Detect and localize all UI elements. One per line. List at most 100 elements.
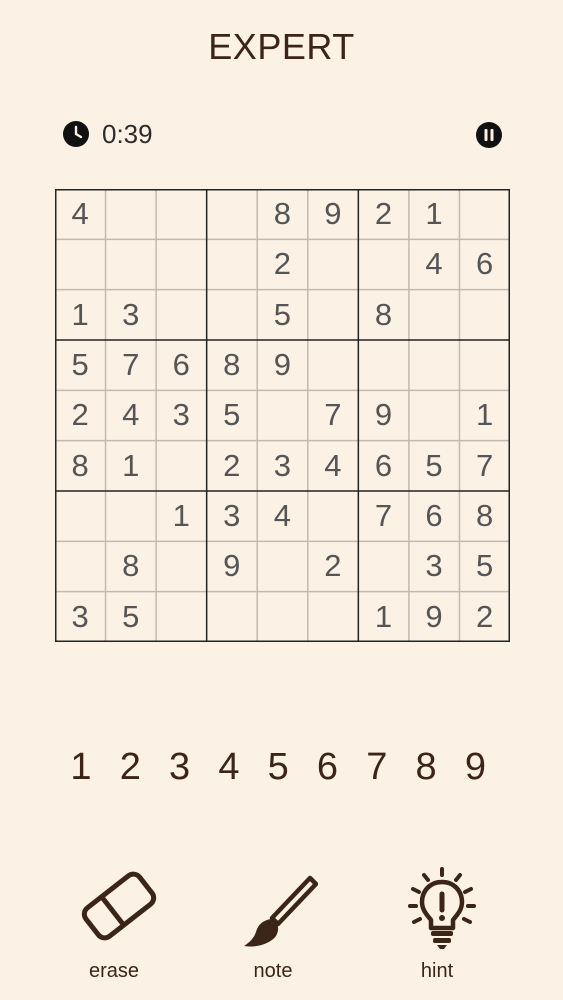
number-key-8[interactable]: 8 [406,742,446,792]
page-title: EXPERT [208,26,355,67]
brush-icon [244,875,318,947]
board-cell[interactable] [308,340,358,390]
board-cell[interactable]: 2 [55,390,105,440]
board-cell[interactable]: 1 [409,189,459,239]
board-cell[interactable]: 8 [257,189,307,239]
board-cell[interactable]: 3 [409,541,459,591]
number-key-2[interactable]: 2 [110,742,150,792]
board-cell[interactable] [106,491,156,541]
board-cell[interactable]: 8 [106,541,156,591]
board-cell[interactable] [257,390,307,440]
board-cell[interactable] [459,290,509,340]
board-cell[interactable]: 9 [358,390,408,440]
note-button[interactable]: note [218,866,328,986]
board-cell[interactable] [207,592,257,642]
board-cell[interactable] [156,239,206,289]
board-cell[interactable] [257,541,307,591]
board-cell[interactable]: 8 [459,491,509,541]
board-cell[interactable] [358,239,408,289]
board-cell[interactable] [358,340,408,390]
number-pad: 123456789 [55,742,525,792]
board-cell[interactable]: 3 [106,290,156,340]
board-cell[interactable]: 1 [358,592,408,642]
board-cell[interactable]: 4 [257,491,307,541]
board-cell[interactable] [55,491,105,541]
board-cell[interactable] [156,541,206,591]
board-cell[interactable] [156,592,206,642]
board-cell[interactable] [308,239,358,289]
board-cell[interactable] [207,239,257,289]
number-key-6[interactable]: 6 [308,742,348,792]
number-key-4[interactable]: 4 [209,742,249,792]
board-cell[interactable] [409,290,459,340]
board-cell[interactable]: 5 [55,340,105,390]
board-cell[interactable]: 2 [358,189,408,239]
board-cell[interactable] [257,592,307,642]
board-cell[interactable]: 7 [358,491,408,541]
board-cell[interactable]: 3 [55,592,105,642]
erase-button[interactable]: erase [59,866,169,986]
board-cell[interactable]: 9 [409,592,459,642]
board-cell[interactable] [207,290,257,340]
board-cell[interactable]: 6 [156,340,206,390]
board-cell[interactable]: 4 [55,189,105,239]
board-cell[interactable] [55,541,105,591]
board-cell[interactable] [308,491,358,541]
board-cell[interactable]: 2 [308,541,358,591]
board-cell[interactable]: 3 [156,390,206,440]
board-cell[interactable]: 9 [257,340,307,390]
board-cell[interactable]: 5 [106,592,156,642]
board-cell[interactable]: 6 [358,441,408,491]
board-cell[interactable]: 5 [459,541,509,591]
board-cell[interactable] [55,239,105,289]
number-key-5[interactable]: 5 [258,742,298,792]
timer: 0:39 [62,118,153,150]
hint-button[interactable]: hint [382,866,492,986]
board-cell[interactable]: 8 [207,340,257,390]
board-cell[interactable] [156,441,206,491]
board-cell[interactable] [358,541,408,591]
board-cell[interactable]: 7 [308,390,358,440]
board-cell[interactable] [156,189,206,239]
board-cell[interactable] [106,189,156,239]
board-cell[interactable]: 3 [207,491,257,541]
board-cell[interactable]: 6 [459,239,509,289]
board-cell[interactable]: 1 [106,441,156,491]
number-key-3[interactable]: 3 [160,742,200,792]
board-cell[interactable]: 8 [358,290,408,340]
board-cell[interactable] [106,239,156,289]
board-cell[interactable]: 4 [308,441,358,491]
board-cell[interactable] [459,189,509,239]
board-cell[interactable]: 1 [55,290,105,340]
board-cell[interactable]: 2 [257,239,307,289]
board-cell[interactable]: 2 [207,441,257,491]
eraser-icon [81,871,157,941]
board-cell[interactable] [308,290,358,340]
erase-label: erase [88,960,140,982]
board-cell[interactable] [308,592,358,642]
number-key-1[interactable]: 1 [61,742,101,792]
board-cell[interactable]: 8 [55,441,105,491]
board-cell[interactable] [156,290,206,340]
board-cell[interactable]: 6 [409,491,459,541]
board-cell[interactable]: 5 [409,441,459,491]
board-cell[interactable] [459,340,509,390]
board-cell[interactable]: 9 [308,189,358,239]
board-cell[interactable]: 7 [459,441,509,491]
board-cell[interactable]: 3 [257,441,307,491]
board-cell[interactable]: 2 [459,592,509,642]
board-cell[interactable] [409,340,459,390]
board-cell[interactable]: 5 [207,390,257,440]
board-cell[interactable]: 4 [106,390,156,440]
board-cell[interactable] [409,390,459,440]
pause-button[interactable] [475,121,503,149]
number-key-7[interactable]: 7 [357,742,397,792]
board-cell[interactable]: 1 [156,491,206,541]
board-cell[interactable]: 1 [459,390,509,440]
board-cell[interactable]: 7 [106,340,156,390]
number-key-9[interactable]: 9 [455,742,495,792]
board-cell[interactable]: 4 [409,239,459,289]
board-cell[interactable] [207,189,257,239]
board-cell[interactable]: 9 [207,541,257,591]
board-cell[interactable]: 5 [257,290,307,340]
